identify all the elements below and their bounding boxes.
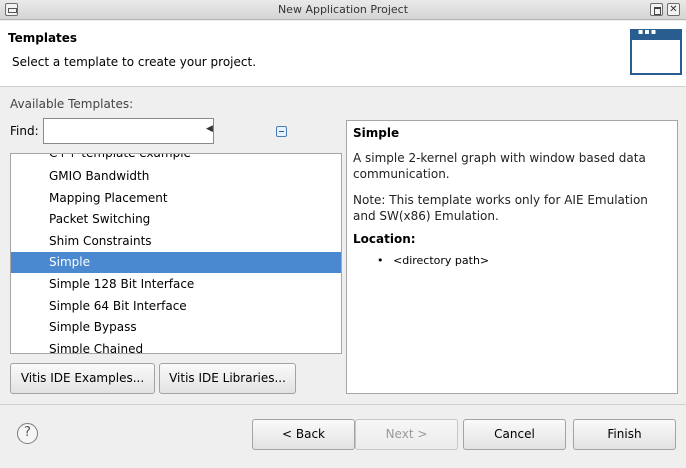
location-value: <directory path> (353, 254, 671, 267)
description-note: Note: This template works only for AIE E… (353, 193, 648, 223)
list-item[interactable]: Simple 128 Bit Interface (11, 274, 341, 295)
title-bar: New Application Project ✕ (0, 0, 686, 20)
find-label: Find: (10, 124, 39, 138)
collapse-all-icon[interactable] (276, 126, 287, 137)
list-item[interactable]: Packet Switching (11, 209, 341, 230)
description-body: A simple 2-kernel graph with window base… (353, 151, 646, 181)
page-title: Templates (8, 31, 78, 45)
template-description: Simple A simple 2-kernel graph with wind… (346, 120, 678, 394)
close-icon[interactable]: ✕ (667, 3, 680, 16)
list-item[interactable]: Shim Constraints (11, 231, 341, 252)
vitis-libraries-button[interactable]: Vitis IDE Libraries... (159, 363, 296, 394)
cancel-button[interactable]: Cancel (463, 419, 566, 450)
footer-divider (0, 404, 686, 405)
find-input[interactable] (43, 118, 214, 144)
list-item[interactable]: Mapping Placement (11, 188, 341, 209)
list-item-selected[interactable]: Simple (11, 252, 341, 273)
back-button[interactable]: < Back (252, 419, 355, 450)
list-item[interactable]: Simple Bypass (11, 317, 341, 338)
finish-button[interactable]: Finish (573, 419, 676, 450)
wizard-header: Templates Select a template to create yo… (0, 21, 686, 87)
available-templates-label: Available Templates: (10, 97, 134, 111)
wizard-banner-icon (630, 27, 682, 75)
clear-icon[interactable]: ◀ (206, 124, 213, 134)
window-title: New Application Project (277, 3, 409, 16)
next-button: Next > (355, 419, 458, 450)
description-title: Simple (353, 126, 400, 140)
location-label: Location: (353, 232, 416, 246)
list-item[interactable]: Simple 64 Bit Interface (11, 296, 341, 317)
list-item[interactable]: C++ template example (11, 154, 341, 164)
vitis-examples-button[interactable]: Vitis IDE Examples... (10, 363, 155, 394)
list-item[interactable]: Simple Chained (11, 339, 341, 353)
page-subtitle: Select a template to create your project… (12, 55, 257, 69)
template-list[interactable]: C++ template example GMIO Bandwidth Mapp… (10, 153, 342, 354)
maximize-icon[interactable] (650, 3, 663, 16)
list-item[interactable]: GMIO Bandwidth (11, 166, 341, 187)
help-icon[interactable]: ? (17, 423, 38, 444)
